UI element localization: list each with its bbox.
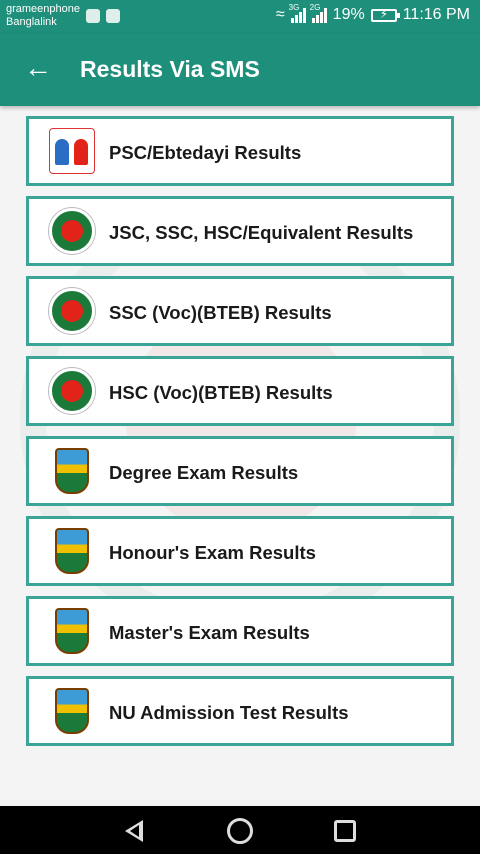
national-university-crest-icon (55, 528, 89, 574)
wifi-icon: ≈ (275, 6, 285, 23)
status-right: ≈ 3G 2G 19% ⚡ 11:16 PM (275, 3, 470, 24)
network-label-1: 3G (288, 3, 300, 12)
result-item-label: NU Admission Test Results (109, 702, 349, 723)
result-item-psc[interactable]: PSC/Ebtedayi Results (26, 116, 454, 186)
result-item-label: Degree Exam Results (109, 462, 299, 483)
national-university-crest-icon (55, 448, 89, 494)
government-seal-icon (49, 288, 95, 334)
dropbox-icon (86, 9, 100, 23)
status-bar: grameenphone Banglalink ≈ 3G 2G 19% ⚡ 11… (0, 0, 480, 34)
result-item-hsc-voc[interactable]: HSC (Voc)(BTEB) Results (26, 356, 454, 426)
signal-icon-2: 2G (310, 3, 327, 23)
gallery-icon (106, 9, 120, 23)
page-title: Results Via SMS (80, 56, 260, 82)
results-list: PSC/Ebtedayi Results JSC, SSC, HSC/Equiv… (26, 116, 454, 756)
result-item-label: JSC, SSC, HSC/Equivalent Results (109, 222, 414, 243)
result-item-honours[interactable]: Honour's Exam Results (26, 516, 454, 586)
signal-icon-1: 3G (289, 3, 306, 23)
app-bar: ← Results Via SMS (0, 34, 480, 106)
result-item-label: Master's Exam Results (109, 622, 310, 643)
result-item-label: PSC/Ebtedayi Results (109, 142, 302, 163)
result-item-ssc-voc[interactable]: SSC (Voc)(BTEB) Results (26, 276, 454, 346)
result-item-label: Honour's Exam Results (109, 542, 316, 563)
network-label-2: 2G (309, 3, 321, 12)
battery-icon: ⚡ (370, 6, 400, 22)
charging-icon: ⚡ (379, 6, 389, 21)
result-item-nu-admission[interactable]: NU Admission Test Results (26, 676, 454, 746)
clock: 11:16 PM (402, 6, 470, 23)
notification-icons (86, 9, 120, 23)
result-item-label: SSC (Voc)(BTEB) Results (109, 302, 332, 323)
government-seal-icon (49, 368, 95, 414)
system-nav-bar (0, 806, 480, 854)
government-seal-icon (49, 208, 95, 254)
result-item-masters[interactable]: Master's Exam Results (26, 596, 454, 666)
national-university-crest-icon (55, 608, 89, 654)
nav-recents-icon[interactable] (334, 820, 356, 842)
psc-logo-icon (49, 128, 95, 174)
battery-percent: 19% (332, 6, 365, 23)
nav-back-icon[interactable] (121, 818, 147, 844)
carrier-info: grameenphone Banglalink (6, 3, 80, 29)
nav-home-icon[interactable] (227, 818, 253, 844)
result-item-label: HSC (Voc)(BTEB) Results (109, 382, 333, 403)
result-item-degree[interactable]: Degree Exam Results (26, 436, 454, 506)
national-university-crest-icon (55, 688, 89, 734)
carrier-1: grameenphone (6, 3, 81, 15)
carrier-2: Banglalink (6, 16, 57, 28)
result-item-jsc-ssc-hsc[interactable]: JSC, SSC, HSC/Equivalent Results (26, 196, 454, 266)
back-arrow-icon[interactable]: ← (24, 54, 52, 82)
